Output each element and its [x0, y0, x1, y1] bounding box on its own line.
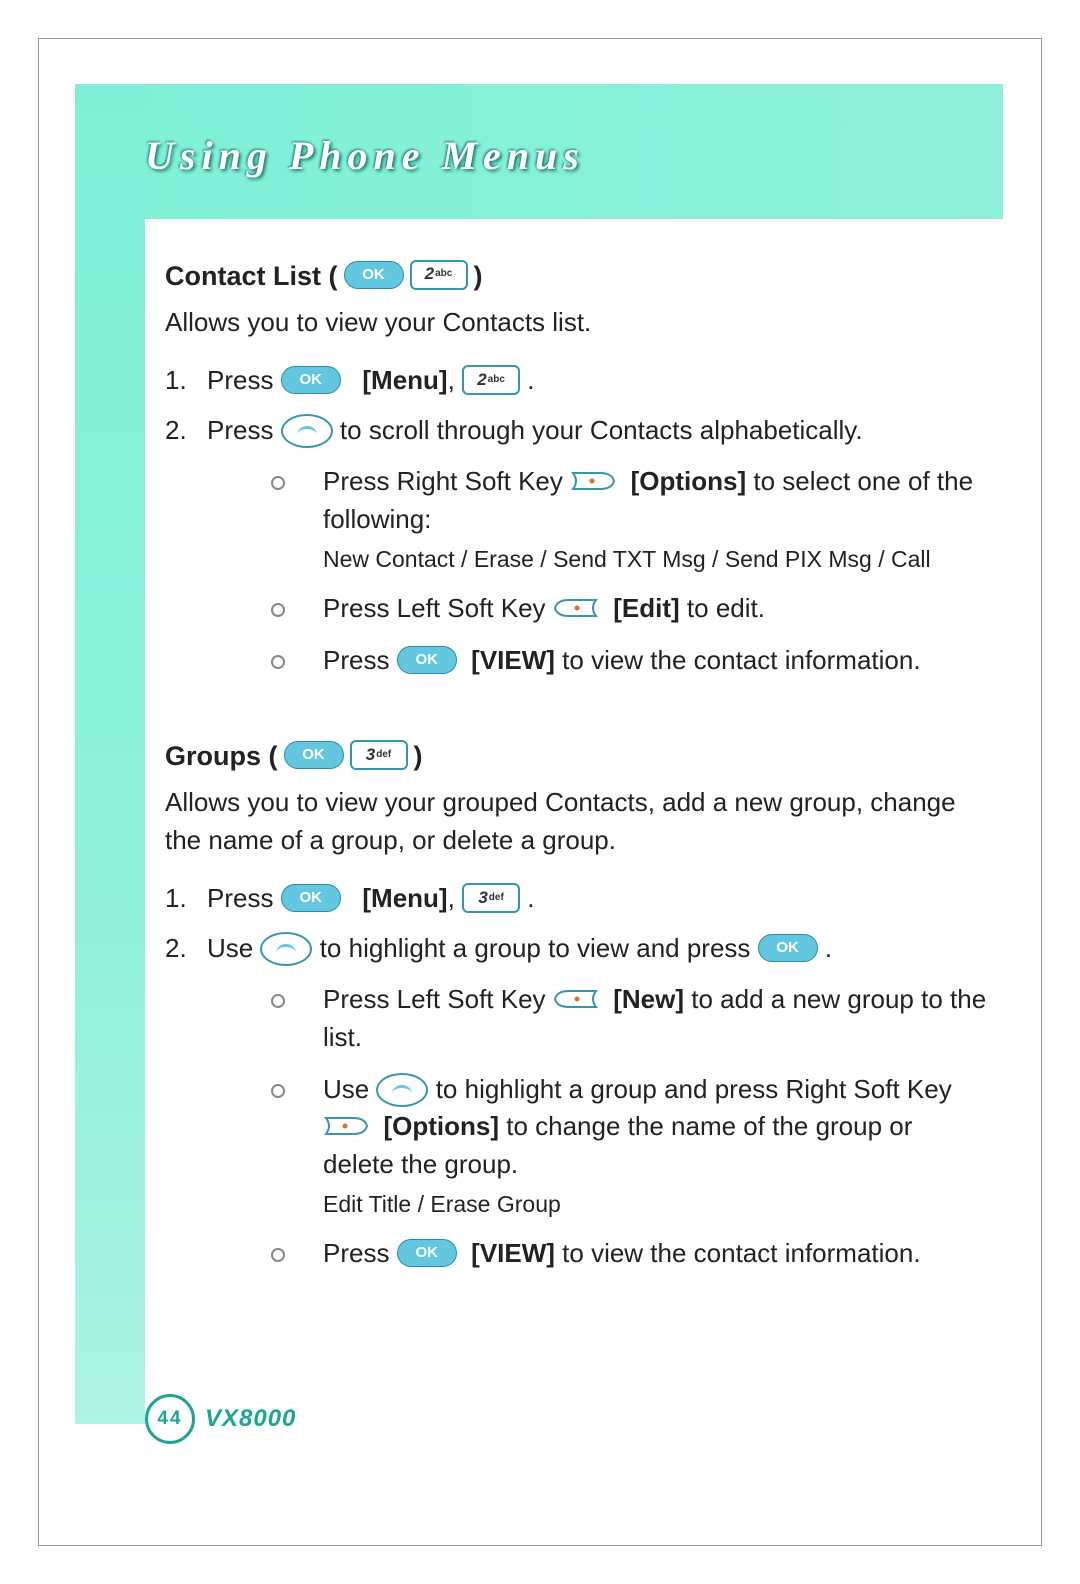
bullet-icon [271, 994, 285, 1008]
groups-title-close: ) [414, 737, 423, 776]
left-softkey-icon [553, 597, 599, 619]
ok-icon: OK [281, 366, 341, 394]
groups-sub-2: Use to highlight a group and press Right… [207, 1071, 990, 1221]
scroll-icon [376, 1073, 428, 1107]
page-content: Contact List ( OK 2abc ) Allows you to v… [165, 235, 990, 1299]
key-2abc-icon: 2abc [410, 260, 468, 290]
contact-sub-2: Press Left Soft Key [Edit] to edit. [207, 590, 990, 628]
bullet-icon [271, 1248, 285, 1262]
groups-step-2-sublist: Press Left Soft Key [New] to add a new g… [207, 981, 990, 1272]
section-title-contact-list: Contact List ( OK 2abc ) [165, 257, 990, 296]
section-title-groups: Groups ( OK 3def ) [165, 737, 990, 776]
contact-step-1: 1. Press OK [Menu], 2abc . [165, 362, 990, 400]
bullet-icon [271, 476, 285, 490]
ok-icon: OK [281, 884, 341, 912]
groups-step-1: 1. Press OK [Menu], 3def . [165, 880, 990, 918]
contact-step-2: 2. Press to scroll through your Contacts… [165, 412, 990, 694]
scroll-icon [260, 932, 312, 966]
groups-title-text: Groups ( [165, 737, 278, 776]
bullet-icon [271, 655, 285, 669]
bullet-icon [271, 603, 285, 617]
header-bar: Using Phone Menus [75, 84, 1003, 219]
sidebar-accent [75, 84, 145, 1424]
groups-desc: Allows you to view your grouped Contacts… [165, 784, 990, 859]
groups-steps: 1. Press OK [Menu], 3def . 2. Use to hig… [165, 880, 990, 1287]
ok-icon: OK [397, 1239, 457, 1267]
right-softkey-icon [570, 470, 616, 492]
ok-icon: OK [758, 934, 818, 962]
contact-sub-1: Press Right Soft Key [Options] to select… [207, 463, 990, 576]
groups-step-2: 2. Use to highlight a group to view and … [165, 930, 990, 1287]
contact-sub-3: Press OK [VIEW] to view the contact info… [207, 642, 990, 680]
ok-icon: OK [397, 646, 457, 674]
key-3def-icon: 3def [350, 740, 408, 770]
page-footer: 44 VX8000 [145, 1394, 296, 1444]
bullet-icon [271, 1084, 285, 1098]
left-softkey-icon [553, 988, 599, 1010]
scroll-icon [281, 414, 333, 448]
groups-sub-1: Press Left Soft Key [New] to add a new g… [207, 981, 990, 1056]
contact-list-steps: 1. Press OK [Menu], 2abc . 2. Press to s… [165, 362, 990, 693]
ok-icon: OK [284, 741, 344, 769]
right-softkey-icon [323, 1115, 369, 1137]
page-title: Using Phone Menus [145, 132, 585, 179]
model-label: VX8000 [205, 1405, 296, 1433]
groups-sub-3: Press OK [VIEW] to view the contact info… [207, 1235, 990, 1273]
page-number-badge: 44 [145, 1394, 195, 1444]
contact-list-title-text: Contact List ( [165, 257, 338, 296]
contact-list-desc: Allows you to view your Contacts list. [165, 304, 990, 342]
contact-list-title-close: ) [474, 257, 483, 296]
ok-icon: OK [344, 261, 404, 289]
key-3def-icon: 3def [462, 883, 520, 913]
contact-step-2-sublist: Press Right Soft Key [Options] to select… [207, 463, 990, 679]
key-2abc-icon: 2abc [462, 365, 520, 395]
